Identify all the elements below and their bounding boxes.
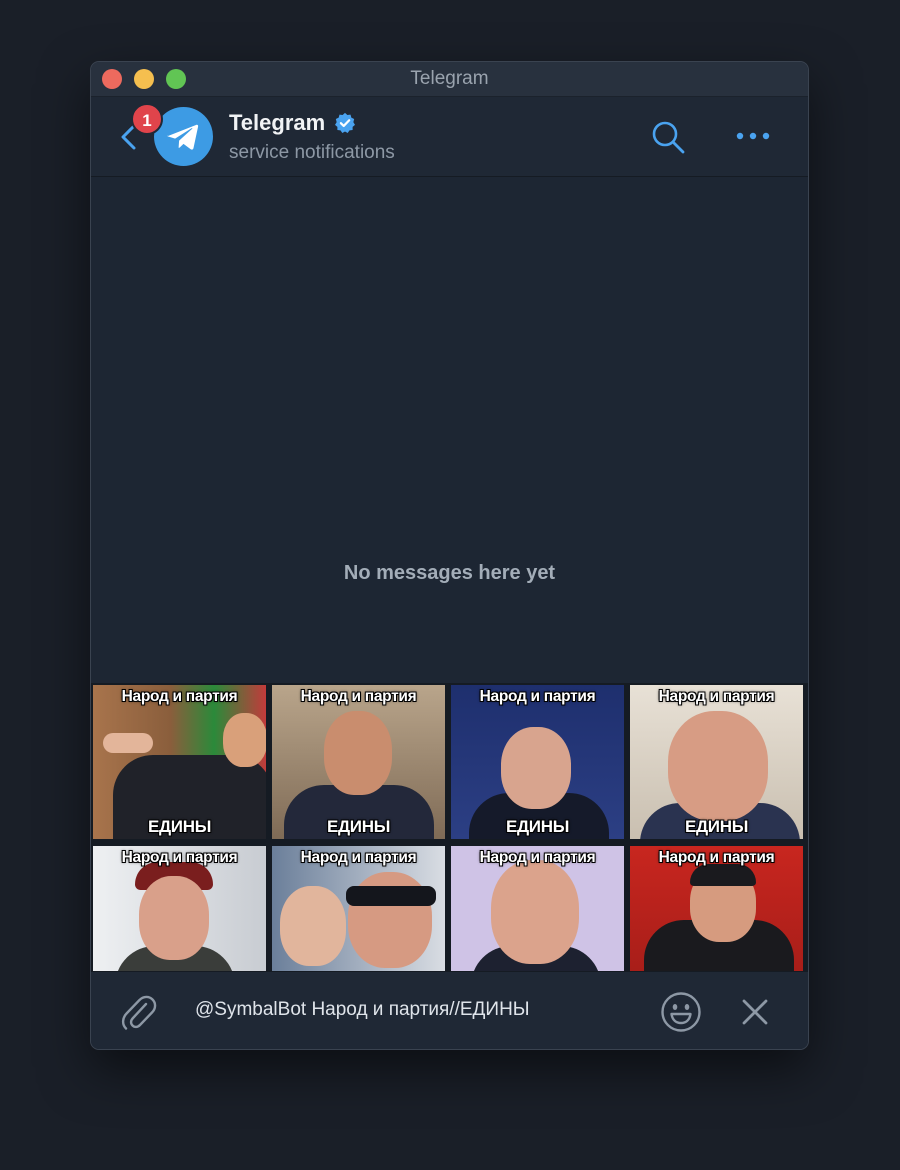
telegram-window: Telegram 1 Telegram service notification… bbox=[91, 62, 808, 1049]
message-composer: @SymbalBot Народ и партия//ЕДИНЫ bbox=[91, 971, 808, 1049]
chat-title: Telegram bbox=[229, 110, 326, 135]
empty-chat-placeholder: No messages here yet bbox=[343, 562, 556, 584]
inline-results-grid: Народ и партия ЕДИНЫ Народ и партия ЕДИН… bbox=[91, 683, 808, 971]
more-icon[interactable] bbox=[735, 129, 771, 143]
result-caption: ЕДИНЫ bbox=[147, 817, 212, 836]
result-image[interactable]: Народ и партия ЕДИНЫ bbox=[630, 685, 803, 839]
result-image[interactable]: Народ и партия bbox=[93, 846, 266, 971]
title-bar: Telegram bbox=[91, 62, 808, 97]
result-caption: Народ и партия bbox=[300, 688, 417, 705]
result-caption: Народ и партия bbox=[658, 688, 775, 705]
result-caption: Народ и партия bbox=[300, 849, 417, 866]
result-image[interactable]: Народ и партия ЕДИНЫ bbox=[272, 685, 445, 839]
unread-badge: 1 bbox=[131, 103, 163, 135]
attach-icon[interactable] bbox=[119, 992, 159, 1032]
result-caption: Народ и партия bbox=[121, 688, 238, 705]
result-image[interactable]: Народ и партия ЕДИНЫ bbox=[451, 685, 624, 839]
verified-icon bbox=[335, 112, 355, 133]
result-caption: ЕДИНЫ bbox=[505, 817, 570, 836]
message-input[interactable]: @SymbalBot Народ и партия//ЕДИНЫ bbox=[195, 999, 530, 1021]
result-image[interactable]: Народ и партия bbox=[630, 846, 803, 971]
result-caption: ЕДИНЫ bbox=[684, 817, 749, 836]
result-image[interactable]: Народ и партия bbox=[272, 846, 445, 971]
result-caption: Народ и партия bbox=[479, 849, 596, 866]
result-caption: Народ и партия bbox=[658, 849, 775, 866]
emoji-icon[interactable] bbox=[660, 991, 702, 1033]
message-area[interactable]: No messages here yet bbox=[91, 177, 808, 683]
result-image[interactable]: Народ и партия bbox=[451, 846, 624, 971]
close-icon[interactable] bbox=[740, 997, 770, 1027]
result-image[interactable]: Народ и партия ЕДИНЫ bbox=[93, 685, 266, 839]
chat-status: service notifications bbox=[229, 142, 395, 163]
search-icon[interactable] bbox=[650, 119, 686, 155]
result-caption: Народ и партия bbox=[479, 688, 596, 705]
result-caption: Народ и партия bbox=[121, 849, 238, 866]
result-caption: ЕДИНЫ bbox=[326, 817, 391, 836]
chat-header: 1 Telegram service notifications bbox=[91, 97, 808, 177]
window-title: Telegram bbox=[410, 68, 489, 89]
